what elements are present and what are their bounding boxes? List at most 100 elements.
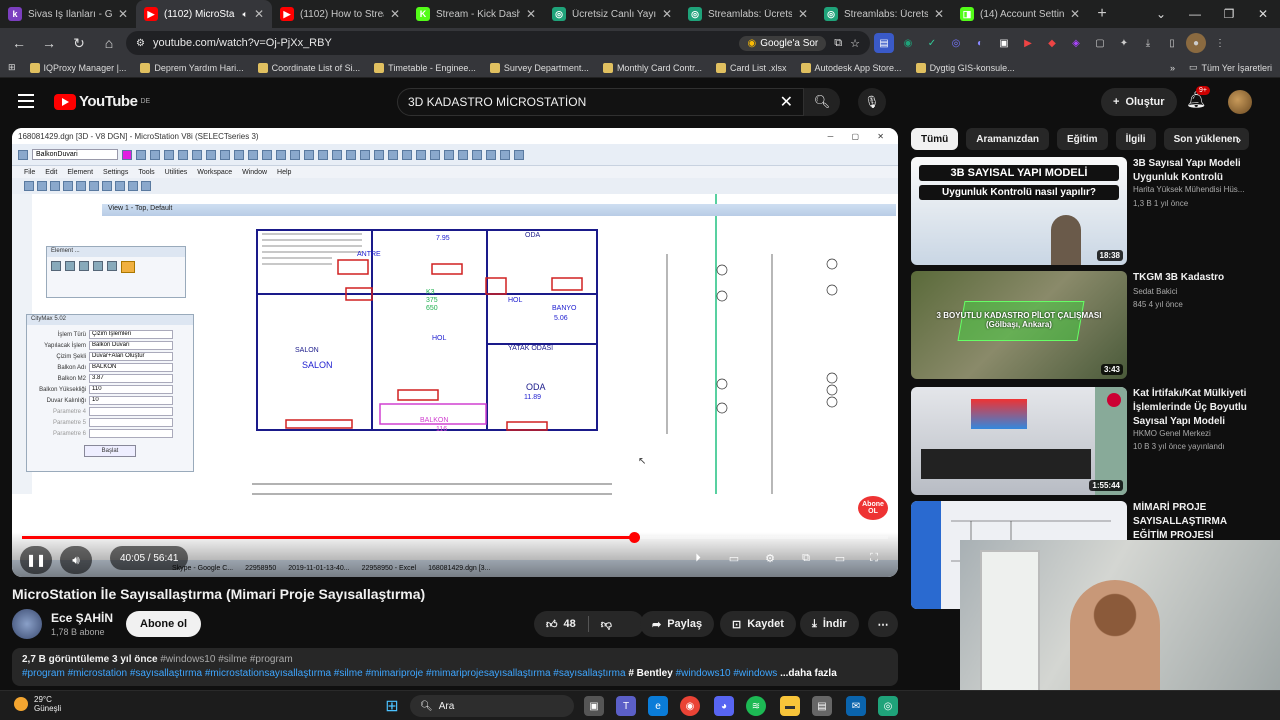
hashtag-line[interactable]: #program #microstation #sayısallaştırma … (22, 668, 626, 679)
extensions-puzzle-icon[interactable]: ✦ (1114, 33, 1134, 53)
recommendation-title[interactable]: MİMARİ PROJE SAYISALLAŞTIRMA EĞİTİM PROJ… (1133, 501, 1263, 543)
edge-icon[interactable]: e (648, 696, 668, 716)
dislike-button[interactable]: 👎︎ (601, 618, 612, 631)
windows-tags[interactable]: #windows10 #windows (676, 668, 778, 679)
tab-close-icon[interactable]: ✕ (798, 7, 808, 21)
chrome-icon[interactable]: ◉ (680, 696, 700, 716)
tab-close-icon[interactable]: ✕ (1070, 7, 1080, 21)
extension-icon[interactable]: ◉ (898, 33, 918, 53)
autoplay-toggle[interactable]: ⏵ (688, 549, 708, 567)
browser-tab[interactable]: ▶ (1102) How to Strea ✕ (272, 0, 408, 28)
extension-icon[interactable]: ◆ (1042, 33, 1062, 53)
tab-close-icon[interactable]: ✕ (254, 7, 264, 21)
browser-tab[interactable]: ◎ Streamlabs: Ücretsiz ✕ (680, 0, 816, 28)
recommendation-title[interactable]: Kat İrtifakı/Kat Mülkiyeti İşlemlerinde … (1133, 387, 1263, 429)
tab-close-icon[interactable]: ✕ (390, 7, 400, 21)
account-avatar[interactable] (1228, 90, 1252, 114)
video-thumbnail[interactable]: 1:55:44 (911, 387, 1127, 495)
bookmark-item[interactable]: Dygtig GIS-konsule... (915, 62, 1015, 73)
url-text[interactable]: youtube.com/watch?v=Oj-PjXx_RBY (153, 37, 732, 49)
dropdown-icon[interactable]: ⌄ (1144, 0, 1178, 28)
recommendation-card[interactable]: 3B SAYISAL YAPI MODELİ Uygunluk Kontrolü… (911, 157, 1271, 267)
extension-icon[interactable]: ◎ (946, 33, 966, 53)
youtube-logo[interactable]: YouTube DE (54, 93, 150, 110)
search-query[interactable]: 3D KADASTRO MİCROSTATİON (408, 95, 780, 109)
miniplayer-icon[interactable]: ⧉ (796, 549, 816, 567)
description-box[interactable]: 2,7 B görüntüleme 3 yıl önce #windows10 … (12, 648, 898, 686)
search-button[interactable]: 🔍︎ (804, 88, 840, 116)
home-icon[interactable]: ⌂ (96, 30, 122, 56)
outlook-icon[interactable]: ✉ (846, 696, 866, 716)
more-actions-button[interactable]: ⋯ (868, 611, 898, 637)
progress-bar[interactable] (22, 532, 888, 543)
tab-close-icon[interactable]: ✕ (118, 7, 128, 21)
profile-icon[interactable]: ● (1186, 33, 1206, 53)
tab-close-icon[interactable]: ✕ (934, 7, 944, 21)
fullscreen-icon[interactable]: ⛶ (864, 549, 884, 567)
channel-name[interactable]: Ece ŞAHİN (51, 611, 113, 625)
like-button[interactable]: 👍︎ 48 (546, 618, 576, 631)
new-tab-button[interactable]: + (1088, 0, 1116, 28)
recommendation-channel[interactable]: HKMO Genel Merkezi (1133, 429, 1211, 438)
subscribe-watermark[interactable]: Abone OL (858, 496, 888, 520)
bookmark-item[interactable]: IQProxy Manager |... (29, 62, 126, 73)
search-input[interactable]: 3D KADASTRO MİCROSTATİON ✕ (397, 88, 804, 116)
extension-icon[interactable]: ▣ (994, 33, 1014, 53)
tab-close-icon[interactable]: ✕ (662, 7, 672, 21)
taskbar-search[interactable]: 🔍︎ Ara (410, 695, 574, 717)
browser-tab[interactable]: ◎ Streamlabs: Ücretsiz ✕ (816, 0, 952, 28)
task-view-icon[interactable]: ▣ (584, 696, 604, 716)
weather-widget[interactable]: 29°C Güneşli (14, 695, 61, 713)
extension-icon[interactable]: ▢ (1090, 33, 1110, 53)
bookmark-item[interactable]: Survey Department... (489, 62, 589, 73)
close-window-button[interactable]: ✕ (1246, 0, 1280, 28)
video-player[interactable]: 168081429.dgn [3D - V8 DGN] - MicroStati… (12, 128, 898, 577)
theater-mode-icon[interactable]: ▭ (830, 549, 850, 567)
recommendation-channel[interactable]: Harita Yüksek Mühendisi Hüs... (1133, 185, 1244, 194)
spotify-icon[interactable]: ≋ (746, 696, 766, 716)
bookmarks-more[interactable]: » (1170, 63, 1175, 73)
recommendation-channel[interactable]: Sedat Bakici (1133, 287, 1177, 296)
tab-audio-icon[interactable]: 🔈︎ (243, 9, 248, 20)
back-icon[interactable]: ← (6, 30, 32, 56)
save-button[interactable]: ⊡ Kaydet (720, 611, 796, 637)
tab-close-icon[interactable]: ✕ (526, 7, 536, 21)
all-bookmarks[interactable]: ▭ Tüm Yer İşaretleri (1189, 62, 1272, 73)
streamlabs-icon[interactable]: ◎ (878, 696, 898, 716)
extension-icon[interactable]: ▤ (874, 33, 894, 53)
progress-scrubber[interactable] (629, 532, 641, 543)
browser-menu-icon[interactable]: ⋮ (1210, 33, 1230, 53)
ask-google-button[interactable]: ◉ Google'a Sor (739, 35, 827, 51)
create-button[interactable]: + Oluştur (1101, 88, 1177, 116)
install-icon[interactable]: ⧉ (834, 37, 842, 50)
browser-tab[interactable]: ◎ Ücretsiz Canlı Yayın v ✕ (544, 0, 680, 28)
bookmark-item[interactable]: Timetable - Enginee... (374, 62, 476, 73)
download-icon[interactable]: ⤓ (1138, 33, 1158, 53)
subtitles-icon[interactable]: ▭ (724, 549, 744, 567)
show-more-link[interactable]: ...daha fazla (780, 668, 837, 679)
bookmark-item[interactable]: Autodesk App Store... (800, 62, 902, 73)
clear-search-icon[interactable]: ✕ (780, 92, 793, 112)
app-icon[interactable]: ▤ (812, 696, 832, 716)
file-explorer-icon[interactable]: ▬ (780, 696, 800, 716)
bookmark-item[interactable]: Card List .xlsx (715, 62, 787, 73)
bookmark-item[interactable]: Deprem Yardım Hari... (140, 62, 244, 73)
subscribe-button[interactable]: Abone ol (126, 611, 202, 637)
video-thumbnail[interactable]: 3 BOYUTLU KADASTRO PİLOT ÇALIŞMASI (Gölb… (911, 271, 1127, 379)
recommendation-title[interactable]: 3B Sayısal Yapı Modeli Uygunluk Kontrolü (1133, 157, 1263, 185)
extension-icon[interactable]: ✓ (922, 33, 942, 53)
pause-button[interactable]: ❚❚ (20, 546, 52, 574)
settings-gear-icon[interactable]: ⚙ (760, 549, 780, 567)
filter-chip[interactable]: Tümü (911, 128, 959, 150)
reload-icon[interactable]: ↻ (66, 30, 92, 56)
apps-grid-icon[interactable]: ⊞ (8, 62, 16, 73)
extension-icon[interactable]: ◐ (970, 33, 990, 53)
bookmark-item[interactable]: Monthly Card Contr... (602, 62, 702, 73)
filter-chip[interactable]: Eğitim (1057, 128, 1108, 150)
minimize-button[interactable]: — (1178, 0, 1212, 28)
bookmark-item[interactable]: Coordinate List of Si... (257, 62, 360, 73)
filter-chip[interactable]: Aramanızdan (966, 128, 1050, 150)
browser-tab[interactable]: ◨ (14) Account Setting ✕ (952, 0, 1088, 28)
filter-chip[interactable]: İlgili (1115, 128, 1156, 150)
browser-tab[interactable]: ▶ (1102) MicroSta 🔈︎ ✕ (136, 0, 272, 28)
